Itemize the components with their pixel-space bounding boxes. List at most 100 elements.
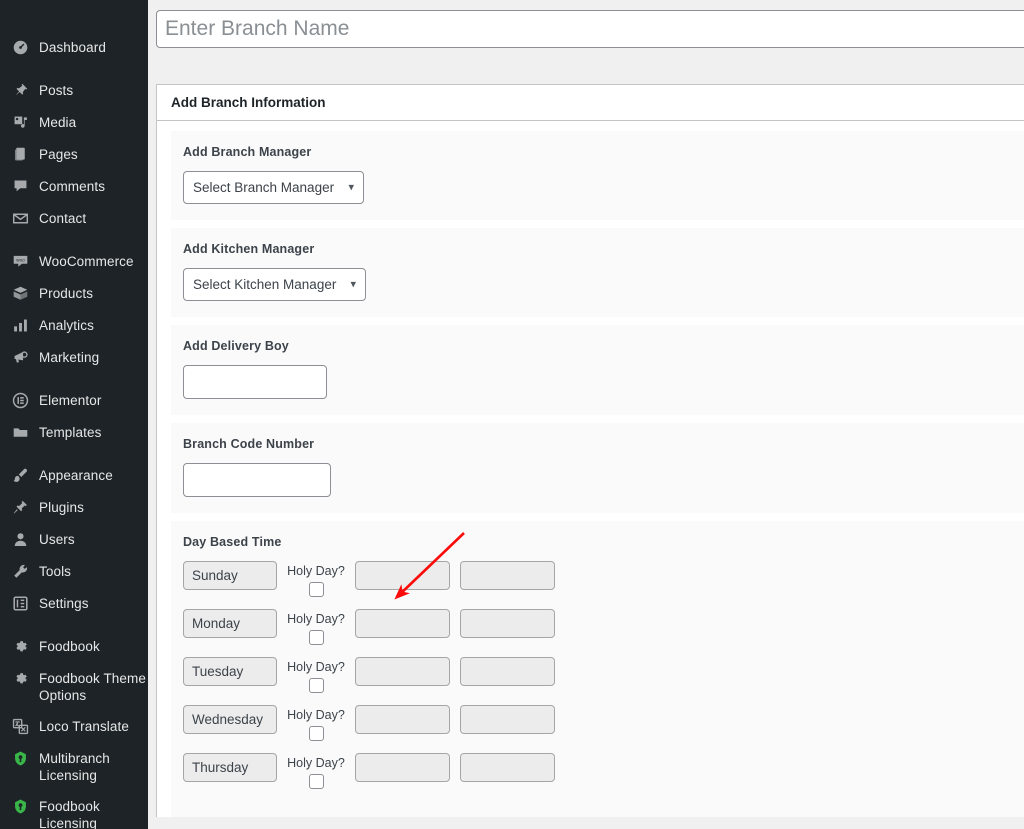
sidebar-item-elementor[interactable]: Elementor: [0, 385, 148, 417]
sidebar-separator: [0, 449, 148, 460]
sidebar-item-label: Loco Translate: [39, 719, 129, 734]
open-time-input[interactable]: [355, 705, 450, 734]
sidebar-item-label: Appearance: [39, 468, 113, 483]
sidebar-item-plugins[interactable]: Plugins: [0, 492, 148, 524]
field-label-delivery-boy: Add Delivery Boy: [183, 339, 289, 353]
sidebar-item-templates[interactable]: Templates: [0, 417, 148, 449]
sidebar-item-label: Users: [39, 532, 75, 547]
sidebar-separator: [0, 374, 148, 385]
delivery-boy-input[interactable]: [183, 365, 327, 399]
sidebar-item-foodbook-licensing[interactable]: Foodbook Licensing: [0, 791, 148, 829]
sidebar-item-pages[interactable]: Pages: [0, 139, 148, 171]
holy-day-cell: Holy Day?: [287, 657, 345, 693]
sidebar-item-appearance[interactable]: Appearance: [0, 460, 148, 492]
holy-day-cell: Holy Day?: [287, 753, 345, 789]
elementor-icon: [11, 391, 30, 410]
admin-sidebar: Dashboard Posts Media Pages Comments Contact w…: [0, 0, 148, 829]
open-time-input[interactable]: [355, 657, 450, 686]
sidebar-item-label: Foodbook: [39, 639, 100, 654]
add-branch-information-metabox: Add Branch Information Add Branch Manage…: [156, 84, 1024, 817]
sidebar-item-users[interactable]: Users: [0, 524, 148, 556]
branch-code-input[interactable]: [183, 463, 331, 497]
sidebar-item-foodbook[interactable]: Foodbook: [0, 631, 148, 663]
pin-icon: [11, 81, 30, 100]
sidebar-item-label: Contact: [39, 211, 87, 226]
branch-manager-select[interactable]: Select Branch Manager: [183, 171, 364, 204]
admin-screen: Dashboard Posts Media Pages Comments Contact w…: [0, 0, 1024, 829]
sidebar-item-products[interactable]: Products: [0, 278, 148, 310]
sidebar-item-media[interactable]: Media: [0, 107, 148, 139]
close-time-input[interactable]: [460, 609, 555, 638]
main-content: Add Branch Information Add Branch Manage…: [148, 0, 1024, 829]
branch-manager-select-wrap: Select Branch Manager ▾: [183, 171, 364, 204]
holy-day-checkbox[interactable]: [308, 630, 324, 645]
open-time-input[interactable]: [355, 561, 450, 590]
holy-day-cell: Holy Day?: [287, 609, 345, 645]
sidebar-item-label: Products: [39, 286, 94, 301]
sidebar-separator: [0, 235, 148, 246]
field-row-day-based-time: Day Based Time Holy Day?Holy Day?Holy Da…: [171, 521, 1024, 817]
holy-day-checkbox[interactable]: [308, 582, 324, 597]
sidebar-item-dashboard[interactable]: Dashboard: [0, 32, 148, 64]
holy-day-checkbox[interactable]: [308, 726, 324, 741]
sidebar-item-label: Comments: [39, 179, 106, 194]
holy-day-label: Holy Day?: [287, 708, 345, 722]
envelope-icon: [11, 209, 30, 228]
sidebar-item-label: Foodbook Licensing: [39, 799, 100, 829]
sidebar-item-tools[interactable]: Tools: [0, 556, 148, 588]
sidebar-item-comments[interactable]: Comments: [0, 171, 148, 203]
sidebar-item-label: WooCommerce: [39, 254, 134, 269]
settings-sliders-icon: [11, 594, 30, 613]
metabox-title: Add Branch Information: [157, 85, 1024, 121]
sidebar-item-label: Templates: [39, 425, 102, 440]
wrench-icon: [11, 562, 30, 581]
sidebar-item-contact[interactable]: Contact: [0, 203, 148, 235]
day-name-input[interactable]: [183, 705, 277, 734]
kitchen-manager-select[interactable]: Select Kitchen Manager: [183, 268, 366, 301]
field-row-branch-code: Branch Code Number: [171, 423, 1024, 513]
pages-icon: [11, 145, 30, 164]
sidebar-item-woocommerce[interactable]: woo WooCommerce: [0, 246, 148, 278]
sidebar-item-settings[interactable]: Settings: [0, 588, 148, 620]
license-key-icon: [11, 749, 30, 768]
close-time-input[interactable]: [460, 561, 555, 590]
sidebar-item-posts[interactable]: Posts: [0, 75, 148, 107]
folder-icon: [11, 423, 30, 442]
sidebar-item-multibranch-licensing[interactable]: Multibranch Licensing: [0, 743, 148, 791]
dashboard-icon: [11, 38, 30, 57]
sidebar-item-foodbook-theme-options[interactable]: Foodbook Theme Options: [0, 663, 148, 711]
day-rows-list: Holy Day? Holy Day? Holy Day? Holy Day? Holy…: [183, 561, 1024, 789]
holy-day-label: Holy Day?: [287, 756, 345, 770]
holy-day-checkbox[interactable]: [308, 774, 324, 789]
sidebar-item-label: Plugins: [39, 500, 84, 515]
day-name-input[interactable]: [183, 753, 277, 782]
holy-day-checkbox[interactable]: [308, 678, 324, 693]
translate-icon: [11, 717, 30, 736]
sidebar-item-loco-translate[interactable]: Loco Translate: [0, 711, 148, 743]
media-icon: [11, 113, 30, 132]
branch-name-input[interactable]: [156, 10, 1024, 48]
sidebar-item-marketing[interactable]: Marketing: [0, 342, 148, 374]
open-time-input[interactable]: [355, 609, 450, 638]
megaphone-icon: [11, 348, 30, 367]
day-name-input[interactable]: [183, 561, 277, 590]
field-label-branch-manager: Add Branch Manager: [183, 145, 312, 159]
sidebar-item-label: Settings: [39, 596, 89, 611]
close-time-input[interactable]: [460, 705, 555, 734]
day-row: Holy Day?: [183, 705, 1024, 741]
day-row: Holy Day?: [183, 657, 1024, 693]
close-time-input[interactable]: [460, 753, 555, 782]
day-name-input[interactable]: [183, 609, 277, 638]
products-box-icon: [11, 284, 30, 303]
open-time-input[interactable]: [355, 753, 450, 782]
license-key-icon: [11, 797, 30, 816]
close-time-input[interactable]: [460, 657, 555, 686]
sidebar-item-analytics[interactable]: Analytics: [0, 310, 148, 342]
sidebar-item-label: Multibranch Licensing: [39, 751, 110, 783]
holy-day-label: Holy Day?: [287, 612, 345, 626]
sidebar-item-label: Dashboard: [39, 40, 106, 55]
holy-day-label: Holy Day?: [287, 660, 345, 674]
sidebar-separator: [0, 620, 148, 631]
day-name-input[interactable]: [183, 657, 277, 686]
plug-icon: [11, 498, 30, 517]
